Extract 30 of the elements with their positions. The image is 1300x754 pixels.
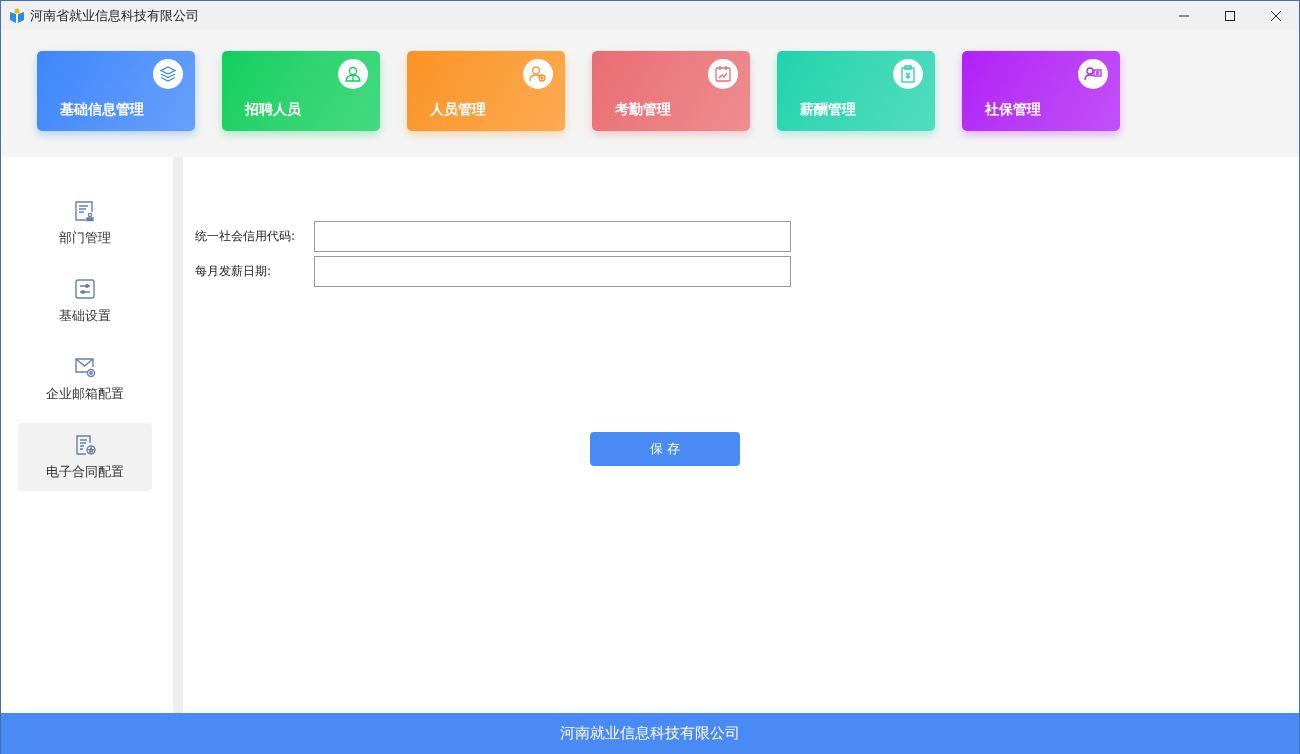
clipboard-icon <box>899 65 917 83</box>
mail-gear-icon <box>74 355 96 378</box>
window-title: 河南省就业信息科技有限公司 <box>30 6 199 25</box>
sliders-icon <box>74 277 96 300</box>
layers-icon <box>159 65 177 83</box>
sidebar-item[interactable]: 电子合同配置 <box>18 423 152 491</box>
module-card[interactable]: 人员管理 <box>407 51 565 131</box>
module-card[interactable]: 薪酬管理 <box>777 51 935 131</box>
sidebar-item[interactable]: 基础设置 <box>18 267 152 335</box>
input-field[interactable] <box>314 221 791 252</box>
calendar-chart-icon <box>714 65 732 83</box>
sidebar-item[interactable]: 企业邮箱配置 <box>18 345 152 413</box>
person-icon <box>344 65 362 83</box>
person-card-icon <box>1084 65 1102 83</box>
module-card[interactable]: 基础信息管理 <box>37 51 195 131</box>
module-card[interactable]: 招聘人员 <box>222 51 380 131</box>
status-bar: 河南就业信息科技有限公司 <box>1 713 1299 754</box>
close-icon <box>1271 10 1281 21</box>
field-label: 每月发薪日期: <box>195 263 273 280</box>
document-person-icon <box>74 199 96 222</box>
app-logo-icon <box>9 7 25 24</box>
field-label: 统一社会信用代码: <box>195 228 297 245</box>
module-card[interactable]: 社保管理 <box>962 51 1120 131</box>
module-card[interactable]: 考勤管理 <box>592 51 750 131</box>
document-badge-icon <box>74 433 96 456</box>
save-button[interactable]: 保 存 <box>590 432 740 466</box>
person-gear-icon <box>529 65 547 83</box>
input-field[interactable] <box>314 256 791 287</box>
maximize-icon <box>1225 10 1235 21</box>
sidebar-item[interactable]: 部门管理 <box>18 189 152 257</box>
